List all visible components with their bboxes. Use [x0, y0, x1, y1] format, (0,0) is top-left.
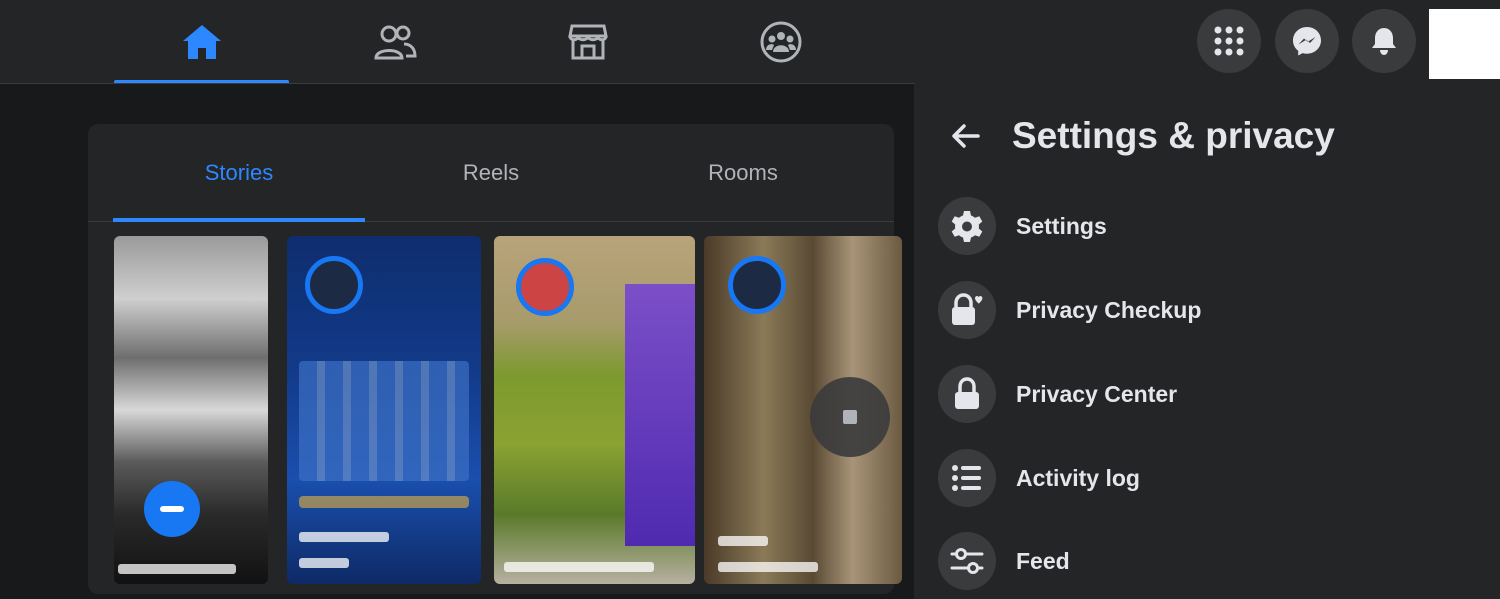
story-content [299, 361, 469, 481]
story-avatar [305, 256, 363, 314]
menu-icon-wrap [938, 365, 996, 423]
tab-reels[interactable]: Reels [365, 124, 617, 221]
story-caption [504, 562, 654, 572]
menu-icon-wrap [938, 197, 996, 255]
minus-icon [160, 506, 184, 512]
menu-item-label: Settings [1016, 212, 1107, 239]
menu-icon-wrap [938, 532, 996, 590]
story-content [625, 284, 695, 546]
menu-item-label: Privacy Center [1016, 380, 1178, 407]
nav-tab-home[interactable] [114, 0, 289, 84]
nav-tab-groups[interactable] [693, 0, 868, 84]
chevron-right-icon [843, 410, 857, 424]
menu-icon-wrap [938, 281, 996, 339]
tab-rooms-label: Rooms [708, 159, 778, 185]
menu-item-label: Feed [1016, 547, 1070, 574]
menu-item-activity-log[interactable]: Activity log [928, 442, 1488, 514]
tab-stories[interactable]: Stories [113, 124, 365, 222]
story-card-2[interactable] [287, 236, 481, 584]
nav-tab-marketplace[interactable] [500, 0, 675, 84]
story-content-bar [299, 496, 469, 508]
gear-icon [951, 211, 983, 242]
back-arrow-icon [952, 124, 980, 148]
notifications-icon [1372, 28, 1396, 55]
lock-icon [955, 377, 979, 409]
story-card-3[interactable] [494, 236, 695, 584]
panel-title: Settings & privacy [1012, 115, 1335, 156]
menu-item-settings[interactable]: Settings [928, 190, 1488, 262]
menu-item-feed[interactable]: Feed [928, 525, 1488, 597]
story-caption [299, 532, 389, 542]
menu-button[interactable] [1197, 9, 1261, 73]
stories-next-button[interactable] [810, 377, 890, 457]
menu-item-label: Privacy Checkup [1016, 296, 1202, 323]
story-avatar [728, 256, 786, 314]
nav-tab-friends[interactable] [307, 0, 482, 84]
groups-icon [760, 21, 801, 63]
tab-reels-label: Reels [462, 159, 520, 185]
list-icon [952, 465, 981, 491]
home-icon [182, 25, 221, 59]
menu-item-privacy-checkup[interactable]: Privacy Checkup [928, 274, 1488, 346]
add-story-button[interactable] [144, 481, 200, 537]
story-tabs: Stories Reels Rooms [88, 124, 894, 222]
notifications-button[interactable] [1352, 9, 1416, 73]
account-avatar[interactable] [1429, 9, 1500, 79]
messenger-button[interactable] [1275, 9, 1339, 73]
tab-rooms[interactable]: Rooms [617, 124, 869, 221]
tab-stories-label: Stories [204, 159, 274, 185]
story-caption-2 [299, 558, 349, 568]
story-caption [118, 564, 236, 574]
menu-item-label: Activity log [1016, 464, 1140, 491]
story-caption-2 [718, 562, 818, 572]
lock-heart-icon [952, 293, 983, 325]
nav-divider [0, 83, 915, 84]
friends-icon [373, 25, 417, 60]
back-button[interactable] [940, 110, 992, 162]
story-caption [718, 536, 768, 546]
marketplace-icon [567, 24, 608, 60]
menu-icon-wrap [938, 449, 996, 507]
menu-grid-icon [1214, 26, 1244, 56]
active-tab-indicator [113, 218, 365, 222]
story-card-create[interactable] [114, 236, 268, 584]
menu-item-privacy-center[interactable]: Privacy Center [928, 358, 1488, 430]
top-navigation-bar [0, 0, 1500, 84]
sliders-icon [950, 548, 984, 574]
messenger-icon [1293, 27, 1321, 56]
story-avatar [516, 258, 574, 316]
